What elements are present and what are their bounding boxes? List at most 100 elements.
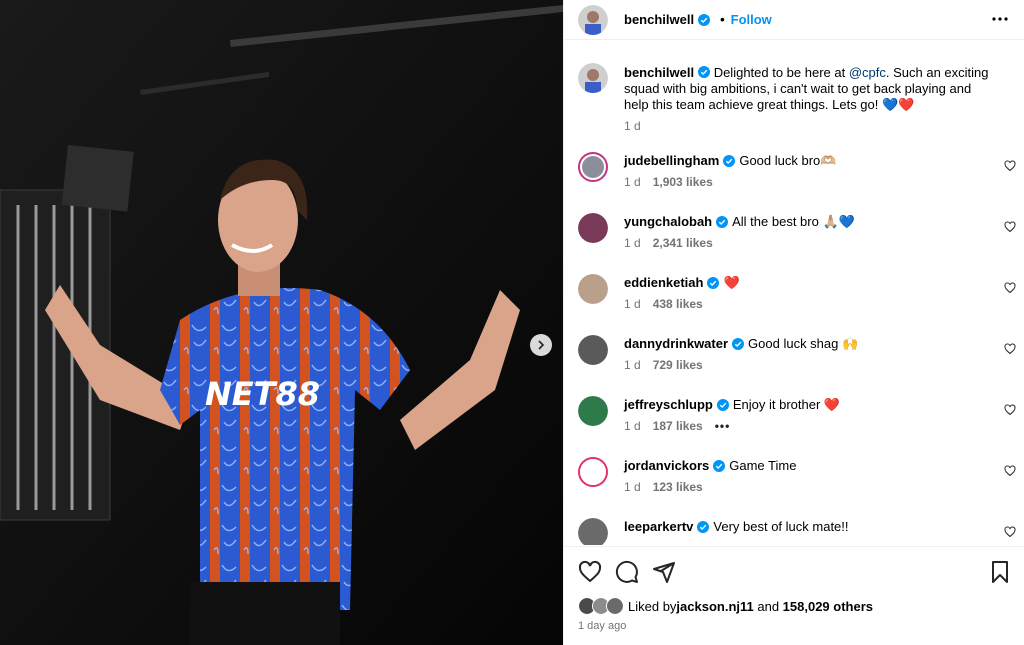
commenter-avatar[interactable] (578, 396, 608, 426)
commenter-username[interactable]: yungchalobah (624, 213, 712, 231)
verified-badge-icon (716, 399, 729, 411)
follow-button[interactable]: Follow (731, 12, 772, 27)
comment-meta: 1 d 729 likes (624, 358, 703, 372)
heart-outline-icon[interactable] (1004, 343, 1016, 355)
comment-time: 1 d (624, 297, 641, 311)
commenter-username[interactable]: jeffreyschlupp (624, 396, 713, 414)
comment-body: Good luck bro🫶🏼 (739, 153, 837, 168)
commenter-username[interactable]: judebellingham (624, 152, 719, 170)
comment-likes[interactable]: 438 likes (653, 297, 703, 311)
comment-body: ❤️ (723, 275, 740, 290)
comment-meta: 1 d 1,903 likes (624, 175, 713, 189)
verified-badge-icon (698, 13, 711, 26)
liked-by-avatars[interactable] (578, 597, 626, 615)
more-options-button[interactable] (991, 10, 1009, 28)
comment-options-button[interactable]: ••• (715, 419, 731, 433)
post-photo-image: NET88 (0, 0, 563, 645)
comment-text-row: yungchalobah All the best bro 🙏🏼💙 (624, 213, 855, 231)
caption-time: 1 d (624, 119, 641, 133)
next-photo-button[interactable] (530, 334, 552, 356)
commenter-username[interactable]: dannydrinkwater (624, 335, 728, 353)
liked-by-user[interactable]: jackson.nj11 (676, 599, 753, 614)
verified-badge-icon (697, 521, 710, 533)
post-side-panel: benchilwell • Follow benchilwell Delight… (563, 0, 1024, 645)
verified-badge-icon (707, 277, 720, 289)
comment-time: 1 d (624, 480, 641, 494)
caption-text: benchilwell Delighted to be here at @cpf… (624, 65, 996, 113)
comment-likes[interactable]: 2,341 likes (653, 236, 713, 250)
bookmark-icon[interactable] (988, 560, 1012, 584)
comment-item: jeffreyschlupp Enjoy it brother ❤️ 1 d 187… (578, 396, 1018, 457)
caption-author-avatar[interactable] (578, 63, 608, 93)
verified-badge-icon (698, 66, 711, 78)
verified-badge-icon (723, 155, 736, 167)
author-row: benchilwell • Follow (624, 12, 772, 27)
comment-likes[interactable]: 1,903 likes (653, 175, 713, 189)
heart-outline-icon[interactable] (1004, 526, 1016, 538)
commenter-avatar[interactable] (578, 457, 608, 487)
separator-dot: • (720, 12, 725, 27)
liked-by-prefix: Liked by (628, 598, 677, 614)
commenter-username[interactable]: eddienketiah (624, 274, 703, 292)
chevron-right-icon (538, 340, 545, 350)
comment-likes[interactable]: 729 likes (653, 358, 703, 372)
heart-outline-icon[interactable] (578, 560, 602, 584)
heart-outline-icon[interactable] (1004, 404, 1016, 416)
heart-outline-icon[interactable] (1004, 465, 1016, 477)
liked-by-count[interactable]: 158,029 others (783, 599, 873, 614)
comment-time: 1 d (624, 358, 641, 372)
svg-text:NET88: NET88 (205, 375, 320, 413)
commenter-avatar[interactable] (578, 152, 608, 182)
comment-item: jordanvickors Game Time 1 d 123 likes (578, 457, 1018, 518)
verified-badge-icon (732, 338, 745, 350)
comment-likes[interactable]: 123 likes (653, 480, 703, 494)
commenter-avatar[interactable] (578, 274, 608, 304)
post-actions-bar: Liked by jackson.nj11 and 158,029 others… (564, 546, 1024, 645)
caption-mention-link[interactable]: @cpfc (849, 65, 886, 80)
comment-body: Enjoy it brother ❤️ (732, 397, 841, 412)
commenter-username[interactable]: leeparkertv (624, 518, 693, 536)
comment-meta: 1 d 2,341 likes (624, 236, 713, 250)
commenter-avatar[interactable] (578, 518, 608, 545)
liked-by-row: Liked by jackson.nj11 and 158,029 others (578, 597, 873, 615)
comment-meta: 1 d 438 likes (624, 297, 703, 311)
commenter-username[interactable]: jordanvickors (624, 457, 709, 475)
comment-item: eddienketiah ❤️ 1 d 438 likes (578, 274, 1018, 335)
caption-body-start: Delighted to be here at (710, 65, 849, 80)
heart-outline-icon[interactable] (1004, 160, 1016, 172)
post-header: benchilwell • Follow (564, 0, 1024, 40)
comment-body: Game Time (729, 458, 797, 473)
liked-by-mid: and (753, 598, 783, 614)
comment-body: Good luck shag 🙌 (748, 336, 859, 351)
comments-list[interactable]: benchilwell Delighted to be here at @cpf… (564, 55, 1024, 545)
share-icon[interactable] (652, 560, 676, 584)
comment-item: leeparkertv Very best of luck mate!! (578, 518, 1018, 545)
comment-meta: 1 d 123 likes (624, 480, 703, 494)
comment-body: Very best of luck mate!! (713, 519, 849, 534)
post-date[interactable]: 1 day ago (578, 620, 626, 632)
author-username[interactable]: benchilwell (624, 12, 694, 27)
comment-text-row: dannydrinkwater Good luck shag 🙌 (624, 335, 858, 353)
caption-username[interactable]: benchilwell (624, 65, 694, 80)
comment-likes[interactable]: 187 likes (653, 419, 703, 433)
comment-time: 1 d (624, 236, 641, 250)
comment-text-row: eddienketiah ❤️ (624, 274, 740, 292)
comment-body: All the best bro 🙏🏼💙 (732, 214, 855, 229)
comment-item: yungchalobah All the best bro 🙏🏼💙 1 d 2,34… (578, 213, 1018, 274)
verified-badge-icon (716, 216, 729, 228)
post-photo: NET88 (0, 0, 563, 645)
comment-text-row: jeffreyschlupp Enjoy it brother ❤️ (624, 396, 840, 414)
comment-time: 1 d (624, 419, 641, 433)
comment-item: dannydrinkwater Good luck shag 🙌 1 d 729 l… (578, 335, 1018, 396)
comment-text-row: jordanvickors Game Time (624, 457, 796, 475)
commenter-avatar[interactable] (578, 335, 608, 365)
heart-outline-icon[interactable] (1004, 221, 1016, 233)
author-avatar[interactable] (578, 5, 608, 35)
comment-text-row: judebellingham Good luck bro🫶🏼 (624, 152, 836, 170)
comment-time: 1 d (624, 175, 641, 189)
comment-icon[interactable] (615, 560, 639, 584)
commenter-avatar[interactable] (578, 213, 608, 243)
heart-outline-icon[interactable] (1004, 282, 1016, 294)
comment-item: judebellingham Good luck bro🫶🏼 1 d 1,903 l… (578, 152, 1018, 213)
instagram-post-view: NET88 benchilwell • Follow benchilwell D… (0, 0, 1024, 645)
